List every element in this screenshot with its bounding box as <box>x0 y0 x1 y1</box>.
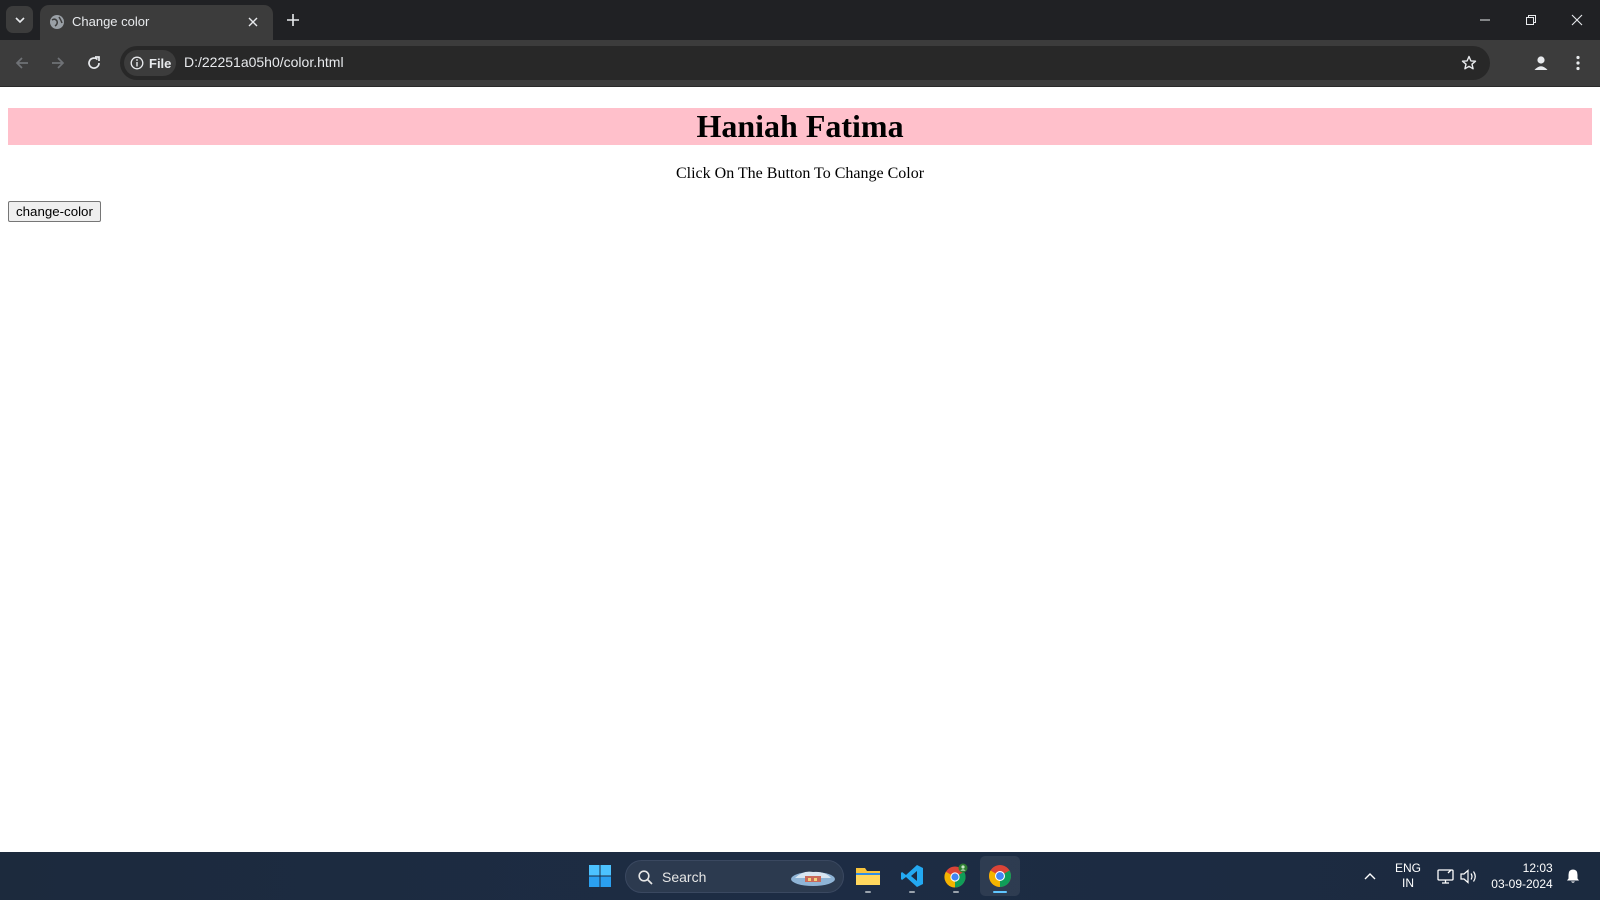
network-status[interactable] <box>1434 852 1456 900</box>
tab-search-button[interactable] <box>6 6 33 33</box>
active-indicator <box>993 891 1007 893</box>
url-text[interactable]: D:/22251a05h0/color.html <box>184 54 344 70</box>
clock-date[interactable]: 12:03 03-09-2024 <box>1486 852 1558 900</box>
notification-center-button[interactable] <box>1562 852 1584 900</box>
chrome-button[interactable] <box>980 856 1020 896</box>
profile-button[interactable] <box>1527 49 1555 77</box>
start-button[interactable] <box>580 856 620 896</box>
file-explorer-button[interactable] <box>848 856 888 896</box>
minimize-icon <box>1480 19 1490 21</box>
volume-control[interactable] <box>1458 852 1480 900</box>
browser-toolbar: File D:/22251a05h0/color.html <box>0 40 1600 87</box>
running-indicator <box>865 891 871 893</box>
page-heading: Haniah Fatima <box>8 108 1592 145</box>
menu-icon <box>1576 55 1580 71</box>
restore-button[interactable] <box>1508 0 1554 40</box>
plus-icon <box>287 14 299 26</box>
chrome-profile-button[interactable] <box>936 856 976 896</box>
chevron-up-icon <box>1364 873 1376 880</box>
vscode-icon <box>901 865 923 887</box>
new-tab-button[interactable] <box>281 8 305 32</box>
input-language-indicator[interactable]: ENG IN <box>1388 852 1428 900</box>
info-icon <box>130 56 144 70</box>
web-page: Haniah Fatima Click On The Button To Cha… <box>0 88 1600 852</box>
running-indicator <box>909 891 915 893</box>
forward-button[interactable] <box>44 49 72 77</box>
tab-close-button[interactable] <box>243 12 263 32</box>
back-button[interactable] <box>8 49 36 77</box>
chrome-icon <box>989 865 1011 887</box>
forward-icon <box>52 57 65 69</box>
tab-search-icon <box>14 16 25 23</box>
volume-icon <box>1460 868 1476 884</box>
search-label: Search <box>662 869 707 885</box>
taskbar-search[interactable]: Search <box>625 860 844 893</box>
file-explorer-icon <box>856 868 880 885</box>
bell-icon <box>1567 869 1579 883</box>
scheme-label: File <box>149 55 172 71</box>
globe-icon <box>50 15 64 29</box>
active-tab[interactable]: Change color <box>40 5 273 40</box>
clock-time: 12:03 <box>1522 861 1553 875</box>
running-indicator <box>953 891 959 893</box>
network-icon <box>1436 868 1454 884</box>
reload-icon <box>88 56 100 69</box>
instruction-text: Click On The Button To Change Color <box>675 165 925 182</box>
show-hidden-icons-button[interactable] <box>1358 852 1382 900</box>
tab-strip: Change color <box>0 0 1600 40</box>
site-info-chip[interactable]: File <box>124 50 176 76</box>
vscode-button[interactable] <box>892 856 932 896</box>
minimize-button[interactable] <box>1462 0 1508 40</box>
windows-taskbar: Search ENG IN 12:03 03-09-2024 <box>0 852 1600 900</box>
reload-button[interactable] <box>80 49 108 77</box>
chrome-profile-icon <box>944 863 968 888</box>
search-icon <box>638 870 653 885</box>
close-icon <box>1571 14 1583 26</box>
change-color-button[interactable]: change-color <box>8 201 101 222</box>
language-code: ENG <box>1394 861 1421 875</box>
windows-start-icon <box>589 865 611 887</box>
address-bar[interactable]: File D:/22251a05h0/color.html <box>120 46 1490 80</box>
restore-icon <box>1526 15 1536 25</box>
profile-icon <box>1534 56 1548 70</box>
close-window-button[interactable] <box>1554 0 1600 40</box>
clock-date-text: 03-09-2024 <box>1491 877 1553 891</box>
menu-button[interactable] <box>1564 49 1592 77</box>
close-icon <box>248 17 258 27</box>
bookmark-button[interactable] <box>1458 52 1480 74</box>
star-icon <box>1461 55 1477 70</box>
search-highlight-image <box>791 871 835 886</box>
tab-title: Change color <box>72 14 150 29</box>
region-code: IN <box>1401 876 1414 890</box>
back-icon <box>15 57 28 69</box>
